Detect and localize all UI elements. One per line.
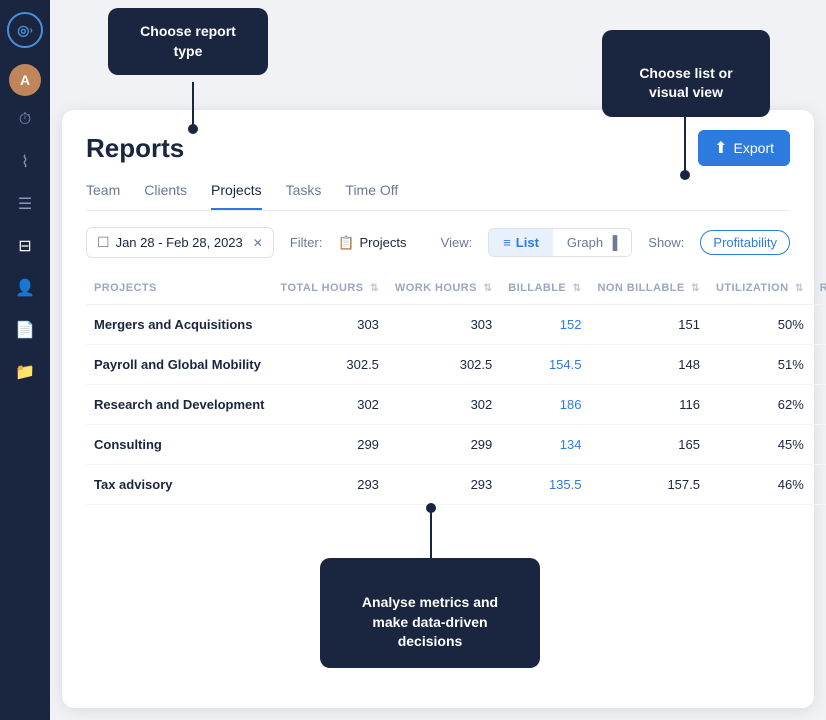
sort-icon[interactable]: ⇅ [573,283,582,294]
table-row: Consulting 299 299 134 165 45% 8832.5 52… [86,425,826,465]
cell-non-billable: 148 [590,345,709,385]
col-header-total-hours: TOTAL HOURS ⇅ [273,276,387,305]
logo-symbol: ◎ [17,22,29,39]
cell-billable: 154.5 [500,345,589,385]
filter-label: Filter: [290,235,323,250]
cell-total-hours: 302 [273,385,387,425]
tab-projects[interactable]: Projects [211,182,262,210]
tooltip2-dot [680,170,690,180]
cell-project: Mergers and Acquisitions [86,305,273,345]
sidebar: ◎ › A ⏱ ⌇ ☰ ⊟ 👤 📄 📁 [0,0,50,720]
filters-row: ☐ Jan 28 - Feb 28, 2023 ✕ Filter: 📋 Proj… [86,227,790,258]
export-icon: ⬆ [714,138,727,158]
cell-revenues: 12228 [812,385,826,425]
tooltip-analyse-metrics: Analyse metrics and make data-driven dec… [320,558,540,668]
tooltip-choose-report-type: Choose report type [108,8,268,75]
col-header-revenues: REVENUES ⇅ [812,276,826,305]
list-icon[interactable]: ☰ [7,186,43,222]
cell-utilization: 45% [708,425,812,465]
cell-project: Consulting [86,425,273,465]
tooltip1-dot [188,124,198,134]
export-button[interactable]: ⬆ Export [698,130,790,166]
cell-non-billable: 116 [590,385,709,425]
cell-total-hours: 302.5 [273,345,387,385]
cell-revenues: 9358 [812,465,826,505]
page-title: Reports [86,133,184,164]
show-tag[interactable]: Profitability [700,230,790,255]
view-toggle: ≡ List Graph ▐ [488,228,632,257]
cell-work-hours: 302 [387,385,500,425]
col-header-projects: PROJECTS [86,276,273,305]
clear-date-icon[interactable]: ✕ [253,236,263,250]
table-row: Tax advisory 293 293 135.5 157.5 46% 935… [86,465,826,505]
graph-icon: ▐ [608,235,617,250]
avatar[interactable]: A [9,64,41,96]
list-view-icon: ≡ [503,235,511,250]
cell-total-hours: 293 [273,465,387,505]
cell-non-billable: 151 [590,305,709,345]
analytics-icon[interactable]: ⌇ [7,144,43,180]
cell-revenues: 10171 [812,305,826,345]
cell-work-hours: 303 [387,305,500,345]
cell-billable: 135.5 [500,465,589,505]
sort-icon[interactable]: ⇅ [483,283,492,294]
cell-utilization: 46% [708,465,812,505]
cell-billable: 134 [500,425,589,465]
sort-icon[interactable]: ⇅ [370,283,379,294]
cell-billable: 186 [500,385,589,425]
view-label: View: [441,235,473,250]
col-header-work-hours: WORK HOURS ⇅ [387,276,500,305]
cell-project: Tax advisory [86,465,273,505]
grid-icon[interactable]: ⊟ [7,228,43,264]
calendar-icon: ☐ [97,234,110,251]
list-view-button[interactable]: ≡ List [489,229,553,256]
filter-tag[interactable]: 📋 Projects [338,235,406,251]
cell-work-hours: 293 [387,465,500,505]
chevron-right-icon: › [29,25,32,36]
cell-non-billable: 165 [590,425,709,465]
cell-utilization: 50% [708,305,812,345]
graph-view-button[interactable]: Graph ▐ [553,229,631,256]
cell-billable: 152 [500,305,589,345]
sidebar-logo[interactable]: ◎ › [7,12,43,48]
cell-project: Research and Development [86,385,273,425]
tab-timeoff[interactable]: Time Off [345,182,398,210]
tooltip-choose-view: Choose list or visual view [602,30,770,117]
tab-clients[interactable]: Clients [144,182,187,210]
cell-revenues: 8832.5 [812,425,826,465]
table-header-row: PROJECTS TOTAL HOURS ⇅ WORK HOURS ⇅ BILL… [86,276,826,305]
table-row: Mergers and Acquisitions 303 303 152 151… [86,305,826,345]
cell-total-hours: 303 [273,305,387,345]
tooltip2-line [684,112,686,172]
cell-utilization: 62% [708,385,812,425]
users-icon[interactable]: 👤 [7,270,43,306]
cell-project: Payroll and Global Mobility [86,345,273,385]
sort-icon[interactable]: ⇅ [691,283,700,294]
col-header-utilization: UTILIZATION ⇅ [708,276,812,305]
folder-icon[interactable]: 📁 [7,354,43,390]
col-header-non-billable: NON BILLABLE ⇅ [590,276,709,305]
tabs-row: Team Clients Projects Tasks Time Off [86,182,790,211]
sort-icon[interactable]: ⇅ [795,283,804,294]
file-icon[interactable]: 📄 [7,312,43,348]
tooltip1-line [192,82,194,126]
cell-total-hours: 299 [273,425,387,465]
col-header-billable: BILLABLE ⇅ [500,276,589,305]
timer-icon[interactable]: ⏱ [7,102,43,138]
doc-icon: 📋 [338,235,354,251]
cell-work-hours: 302.5 [387,345,500,385]
cell-non-billable: 157.5 [590,465,709,505]
tab-tasks[interactable]: Tasks [286,182,322,210]
data-table: PROJECTS TOTAL HOURS ⇅ WORK HOURS ⇅ BILL… [86,276,826,505]
tooltip3-dot [426,503,436,513]
cell-utilization: 51% [708,345,812,385]
date-range-filter[interactable]: ☐ Jan 28 - Feb 28, 2023 ✕ [86,227,274,258]
table-row: Research and Development 302 302 186 116… [86,385,826,425]
table-row: Payroll and Global Mobility 302.5 302.5 … [86,345,826,385]
cell-work-hours: 299 [387,425,500,465]
tab-team[interactable]: Team [86,182,120,210]
show-label: Show: [648,235,684,250]
cell-revenues: 9467 [812,345,826,385]
